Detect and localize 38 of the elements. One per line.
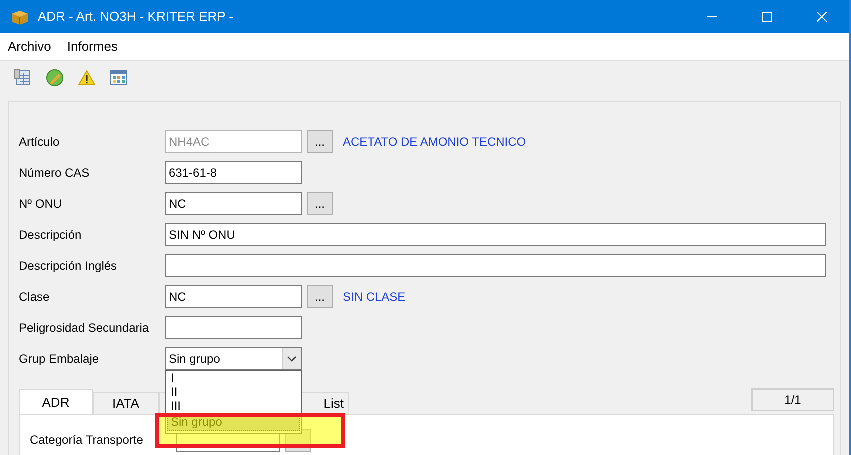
close-icon (816, 12, 826, 22)
dropdown-field[interactable]: Sin grupo (165, 347, 302, 370)
field-label: Artículo (19, 134, 61, 148)
globe-pencil-icon[interactable] (46, 69, 64, 87)
grid-window-icon[interactable] (110, 70, 128, 86)
lookup-button[interactable]: ... (307, 192, 333, 215)
input-field[interactable] (165, 316, 302, 339)
page-counter: 1/1 (751, 388, 834, 411)
sheet-icon[interactable] (14, 69, 32, 87)
minimize-icon (706, 16, 716, 17)
input-field[interactable] (165, 254, 826, 277)
input-field[interactable]: SIN Nº ONU (165, 223, 826, 246)
field-label: Grup Embalaje (19, 352, 100, 366)
menu-item[interactable]: Archivo (8, 39, 52, 54)
dropdown-option[interactable]: I (167, 371, 300, 385)
caret-icon (287, 356, 297, 362)
maximize-icon (762, 12, 772, 22)
warning-icon[interactable] (78, 70, 96, 86)
input-field[interactable]: NC (165, 285, 302, 308)
box-icon (10, 8, 30, 24)
field-label: Nº ONU (19, 196, 64, 210)
field-label: Clase (19, 290, 51, 304)
field-label: Número CAS (19, 166, 91, 180)
input-field[interactable]: 631-61-8 (165, 161, 302, 184)
field-label: Categoría Transporte (30, 433, 144, 447)
field-description: SIN CLASE (343, 290, 406, 304)
lookup-button[interactable]: ... (307, 285, 333, 308)
field-label: Peligrosidad Secundaria (19, 320, 150, 334)
field-description: ACETATO DE AMONIO TECNICO (343, 134, 526, 148)
input-field[interactable]: NC (165, 192, 302, 215)
menu-item[interactable]: Informes (67, 39, 118, 54)
window-title: ADR - Art. NO3H - KRITER ERP - (38, 9, 235, 24)
field-label: Descripción (19, 228, 83, 242)
tab[interactable]: ADR (19, 389, 93, 414)
tab[interactable]: IATA (93, 392, 159, 414)
dropdown-option[interactable]: II (167, 385, 300, 399)
dropdown-option[interactable]: III (167, 399, 300, 413)
field-label: Descripción Inglés (19, 258, 118, 272)
